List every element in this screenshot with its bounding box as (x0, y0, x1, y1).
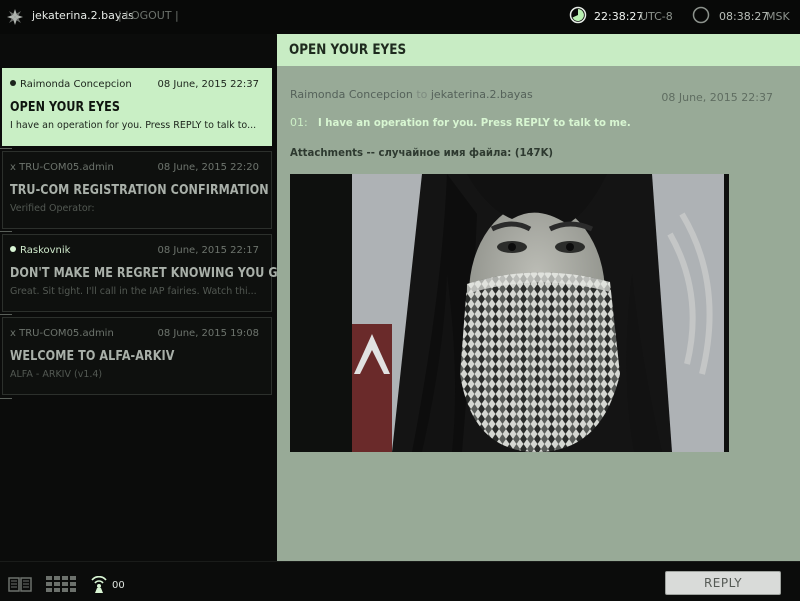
online-dot-icon (10, 246, 16, 252)
clock-remote-time: 08:38:27 (719, 10, 769, 23)
bottom-bar: 00 REPLY (0, 561, 800, 601)
unread-dot-icon (10, 80, 16, 86)
message-sender: Raskovnik (10, 245, 70, 256)
detail-title: OPEN YOUR EYES (289, 42, 407, 58)
message-subject: TRU-COM REGISTRATION CONFIRMATION (10, 183, 269, 198)
reply-button[interactable]: REPLY (665, 571, 781, 595)
message-preview: I have an operation for you. Press REPLY… (10, 120, 257, 131)
message-item[interactable]: x TRU-COM05.admin 08 June, 2015 19:08 WE… (2, 317, 272, 395)
logout-link[interactable]: | LOGOUT | (118, 9, 179, 22)
sender-name: Raimonda Concepcion (20, 79, 132, 90)
grid-icon[interactable] (46, 576, 76, 592)
from-line: Raimonda Concepcion to jekaterina.2.baya… (290, 88, 533, 101)
signal-count: 00 (112, 580, 125, 591)
message-date: 08 June, 2015 19:08 (157, 328, 259, 339)
message-date: 08 June, 2015 22:37 (157, 79, 259, 90)
message-list: Raimonda Concepcion 08 June, 2015 22:37 … (0, 34, 322, 561)
message-item[interactable]: x TRU-COM05.admin 08 June, 2015 22:20 TR… (2, 151, 272, 229)
attachment-preview[interactable] (290, 174, 729, 452)
message-item[interactable]: Raimonda Concepcion 08 June, 2015 22:37 … (2, 68, 272, 146)
clock-local-zone: UTC-8 (640, 10, 673, 23)
message-preview: Verified Operator: (10, 203, 95, 214)
detail-sender: Raimonda Concepcion (290, 88, 413, 101)
attachments-label: Attachments -- случайное имя файла: (147… (290, 146, 554, 159)
message-preview: ALFA - ARKIV (v1.4) (10, 369, 103, 380)
message-subject: DON'T MAKE ME REGRET KNOWING YOU GRING..… (10, 266, 323, 281)
sender-name: Raskovnik (20, 245, 71, 256)
message-item[interactable]: Raskovnik 08 June, 2015 22:17 DON'T MAKE… (2, 234, 322, 312)
clock-icon (692, 6, 710, 24)
message-sender: Raimonda Concepcion (10, 79, 132, 90)
divider-tick (0, 398, 12, 399)
top-bar: jekaterina.2.bayas | LOGOUT | 22:38:27 U… (0, 0, 800, 35)
message-body: I have an operation for you. Press REPLY… (318, 116, 631, 129)
clock-icon (569, 6, 587, 24)
logo-icon (7, 9, 23, 25)
message-subject: WELCOME TO ALFA-ARKIV (10, 349, 175, 364)
attachment-photo (352, 174, 724, 452)
message-date: 08 June, 2015 22:20 (157, 162, 259, 173)
list-header (0, 34, 276, 62)
detail-date: 08 June, 2015 22:37 (661, 91, 773, 104)
detail-header: OPEN YOUR EYES (277, 34, 800, 66)
message-subject: OPEN YOUR EYES (10, 100, 120, 115)
divider-tick (0, 314, 12, 315)
line-number: 01: (290, 116, 308, 129)
clock-local-time: 22:38:27 (594, 10, 644, 23)
divider-tick (0, 231, 12, 232)
clock-remote-zone: MSK (766, 10, 790, 23)
message-sender: x TRU-COM05.admin (10, 328, 114, 339)
divider-tick (0, 148, 12, 149)
message-preview: Great. Sit tight. I'll call in the IAP f… (10, 286, 257, 297)
message-sender: x TRU-COM05.admin (10, 162, 114, 173)
message-date: 08 June, 2015 22:17 (157, 245, 259, 256)
book-icon[interactable] (8, 576, 32, 592)
detail-recipient: jekaterina.2.bayas (430, 88, 533, 101)
to-word: to (416, 88, 428, 101)
message-detail: OPEN YOUR EYES Raimonda Concepcion to je… (277, 34, 800, 561)
signal-icon[interactable] (91, 576, 107, 594)
